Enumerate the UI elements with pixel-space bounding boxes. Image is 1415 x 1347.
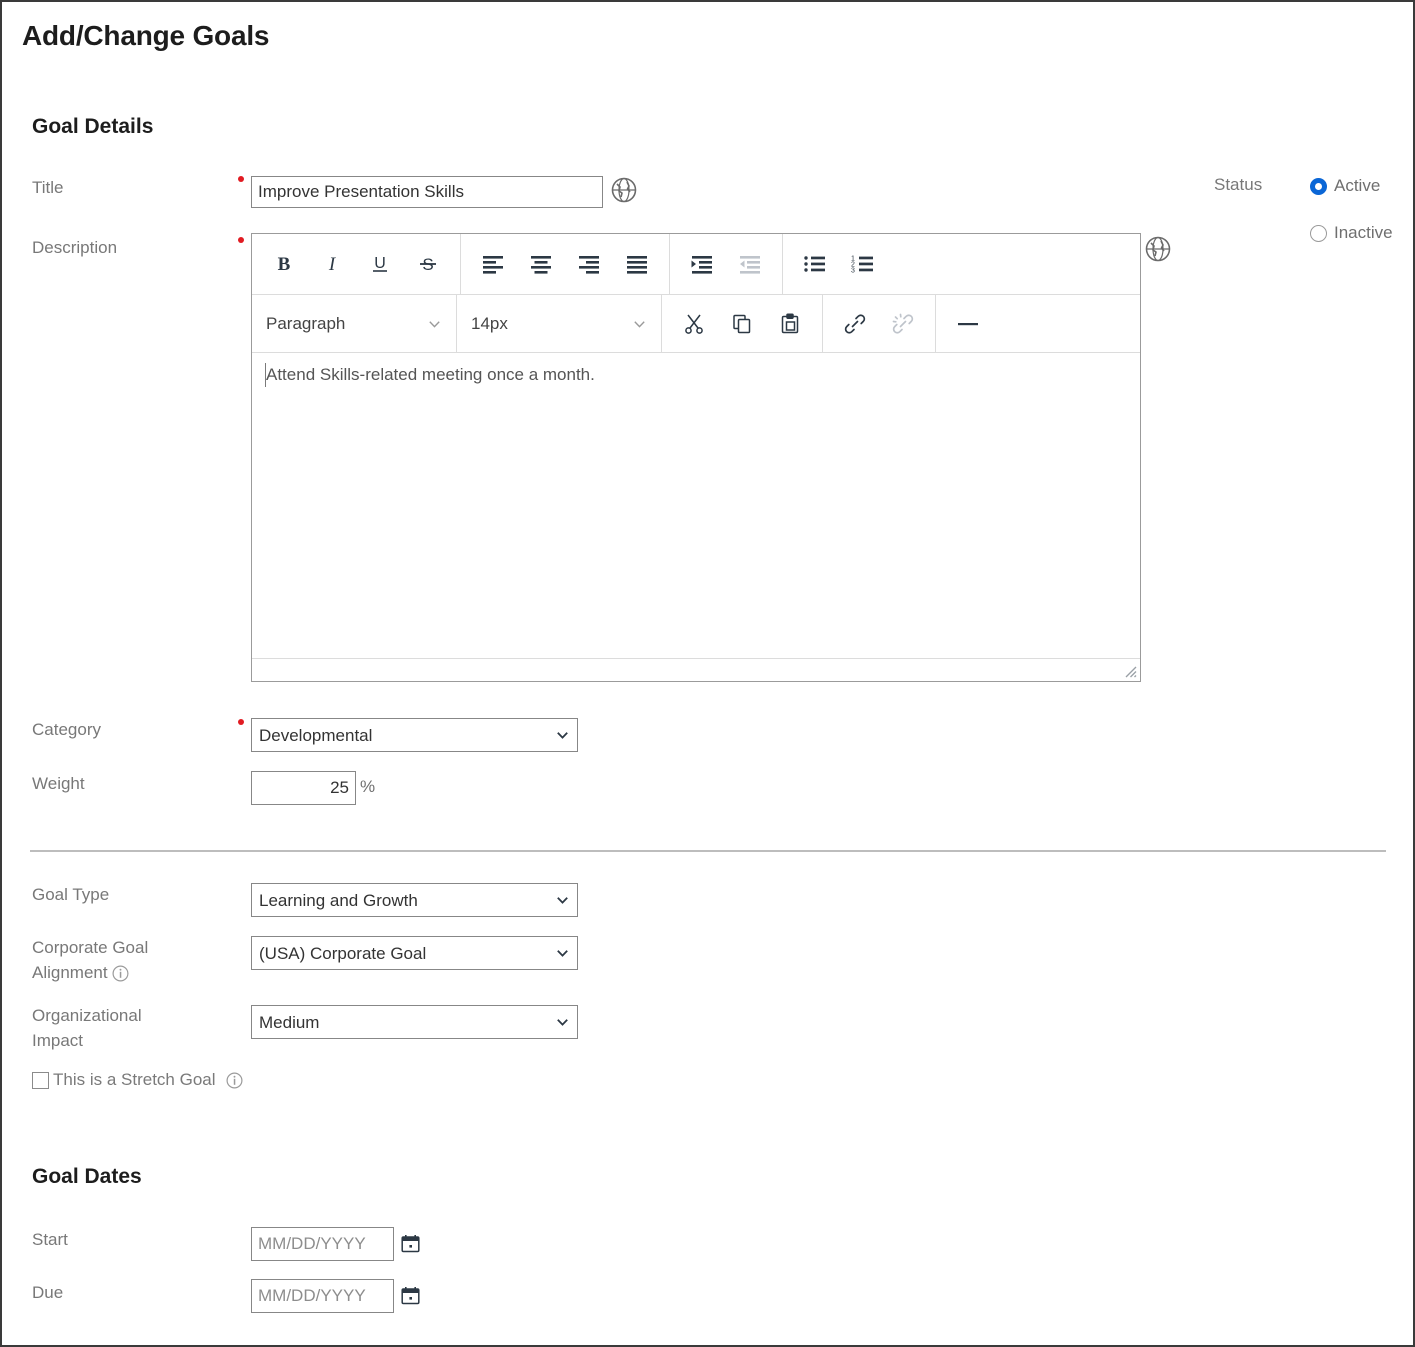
page-frame: Add/Change Goals Goal Details Title Desc… — [0, 0, 1415, 1347]
unlink-icon — [879, 302, 927, 346]
due-date-label: Due — [32, 1283, 64, 1302]
status-label: Status — [1214, 175, 1263, 194]
resize-handle-icon[interactable] — [1123, 664, 1137, 678]
align-center-icon[interactable] — [517, 242, 565, 286]
description-editor-body[interactable]: Attend Skills-related meeting once a mon… — [252, 353, 1140, 658]
bulleted-list-icon[interactable] — [791, 242, 839, 286]
font-size-select[interactable]: 10px12px14px16px18px24px — [465, 304, 653, 343]
radio-inactive-label: Inactive — [1334, 223, 1393, 242]
svg-text:U: U — [374, 255, 386, 272]
description-required-indicator — [238, 237, 244, 243]
toolbar-group-alignment — [461, 234, 670, 294]
copy-icon[interactable] — [718, 302, 766, 346]
corporate-goal-alignment-select[interactable]: (USA) Corporate Goal(Global) Corporate G… — [251, 936, 578, 970]
weight-input[interactable] — [251, 771, 356, 805]
goal-type-select[interactable]: Learning and GrowthFinancialCustomerInte… — [251, 883, 578, 917]
info-circle-icon[interactable] — [112, 965, 129, 982]
title-label: Title — [32, 178, 64, 197]
outdent-icon — [726, 242, 774, 286]
align-justify-icon[interactable] — [613, 242, 661, 286]
toolbar-group-paragraph-style: ParagraphHeading 1Heading 2Heading 3 — [252, 295, 457, 352]
page-title: Add/Change Goals — [22, 20, 270, 51]
organizational-impact-label-line2: Impact — [32, 1031, 84, 1050]
svg-text:3: 3 — [851, 268, 855, 275]
corporate-goal-alignment-label-line1: Corporate Goal — [32, 938, 149, 957]
align-left-icon[interactable] — [469, 242, 517, 286]
cut-icon[interactable] — [670, 302, 718, 346]
editor-toolbar-row-2: ParagraphHeading 1Heading 2Heading 3 10p… — [252, 295, 1140, 353]
radio-inactive-indicator[interactable] — [1310, 224, 1327, 242]
toolbar-group-font-size: 10px12px14px16px18px24px — [457, 295, 662, 352]
toolbar-group-text-format: B I U S — [252, 234, 461, 294]
horizontal-rule-icon[interactable] — [944, 302, 992, 346]
title-translate-globe-icon[interactable] — [609, 175, 639, 205]
description-label: Description — [32, 238, 118, 257]
category-select[interactable]: DevelopmentalBusinessPerformancePersonal — [251, 718, 578, 752]
category-label: Category — [32, 720, 101, 739]
organizational-impact-label-line1: Organizational — [32, 1006, 142, 1025]
stretch-goal-checkbox[interactable] — [32, 1071, 49, 1089]
numbered-list-icon[interactable]: 1 2 3 — [839, 242, 887, 286]
text-caret — [265, 363, 266, 387]
corporate-goal-alignment-label: Corporate Goal Alignment — [32, 935, 232, 985]
status-radio-inactive[interactable]: Inactive — [1310, 223, 1393, 243]
start-date-label: Start — [32, 1230, 68, 1249]
bold-icon[interactable]: B — [260, 242, 308, 286]
svg-text:I: I — [328, 254, 337, 275]
weight-label: Weight — [32, 774, 85, 793]
category-select-wrapper[interactable]: DevelopmentalBusinessPerformancePersonal — [251, 718, 578, 752]
title-input[interactable] — [251, 176, 603, 208]
goal-type-label: Goal Type — [32, 885, 110, 904]
svg-text:B: B — [278, 254, 291, 275]
organizational-impact-label: Organizational Impact — [32, 1003, 232, 1053]
indent-icon[interactable] — [678, 242, 726, 286]
category-required-indicator — [238, 719, 244, 725]
description-translate-globe-icon[interactable] — [1143, 234, 1173, 264]
toolbar-group-indent — [670, 234, 783, 294]
radio-active-indicator[interactable] — [1310, 177, 1327, 195]
start-date-calendar-icon[interactable] — [401, 1234, 420, 1253]
organizational-impact-select-wrapper[interactable]: LowMediumHigh — [251, 1005, 578, 1039]
toolbar-group-horizontal-rule — [936, 295, 1000, 352]
radio-active-label: Active — [1334, 176, 1381, 195]
toolbar-group-lists: 1 2 3 — [783, 234, 895, 294]
underline-icon[interactable]: U — [356, 242, 404, 286]
section-divider — [30, 850, 1386, 852]
stretch-goal-row[interactable]: This is a Stretch Goal — [32, 1070, 243, 1090]
link-icon[interactable] — [831, 302, 879, 346]
paste-icon[interactable] — [766, 302, 814, 346]
goal-type-select-wrapper[interactable]: Learning and GrowthFinancialCustomerInte… — [251, 883, 578, 917]
description-rich-text-editor[interactable]: B I U S 1 2 3 Paragraph 14px Attend Skil… — [251, 233, 1141, 682]
due-date-input[interactable] — [251, 1279, 394, 1313]
italic-icon[interactable]: I — [308, 242, 356, 286]
stretch-goal-label: This is a Stretch Goal — [53, 1070, 216, 1089]
description-editor-text: Attend Skills-related meeting once a mon… — [266, 365, 595, 384]
toolbar-group-clipboard — [662, 295, 823, 352]
corporate-goal-alignment-select-wrapper[interactable]: (USA) Corporate Goal(Global) Corporate G… — [251, 936, 578, 970]
status-radio-active[interactable]: Active — [1310, 176, 1380, 196]
editor-toolbar-row-1: B I U S 1 2 3 — [252, 234, 1140, 295]
section-heading-goal-details: Goal Details — [32, 115, 154, 138]
paragraph-style-select[interactable]: ParagraphHeading 1Heading 2Heading 3 — [260, 304, 448, 343]
corporate-goal-alignment-label-line2: Alignment — [32, 963, 108, 982]
editor-status-bar — [252, 658, 1140, 680]
organizational-impact-select[interactable]: LowMediumHigh — [251, 1005, 578, 1039]
due-date-calendar-icon[interactable] — [401, 1286, 420, 1305]
title-required-indicator — [238, 176, 244, 182]
start-date-input[interactable] — [251, 1227, 394, 1261]
align-right-icon[interactable] — [565, 242, 613, 286]
info-circle-icon[interactable] — [226, 1071, 243, 1089]
section-heading-goal-dates: Goal Dates — [32, 1165, 142, 1188]
weight-percent-suffix: % — [360, 777, 376, 796]
toolbar-group-link — [823, 295, 936, 352]
strikethrough-icon[interactable]: S — [404, 242, 452, 286]
